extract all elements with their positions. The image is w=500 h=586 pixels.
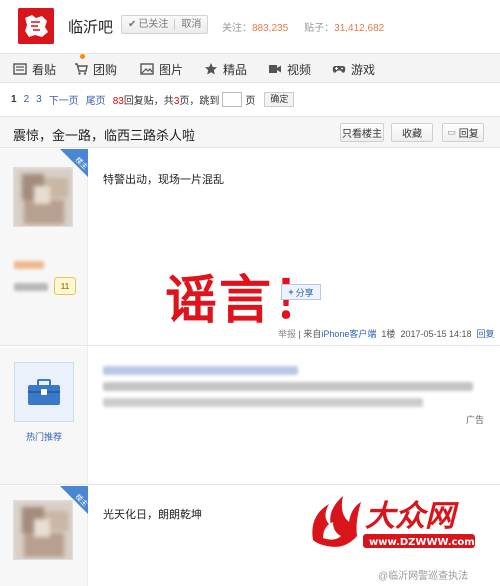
client-link[interactable]: iPhone客户端: [321, 329, 376, 339]
post-text: 特警出动，现场一片混乱: [103, 174, 224, 186]
forum-stats: 关注：883,235 贴子：31,412,682: [222, 23, 385, 34]
page-current: 1: [11, 93, 17, 105]
username-blurred[interactable]: [14, 261, 44, 269]
forum-header: 临沂吧 ✔ 已关注 取消 关注：883,235 贴子：31,412,682: [0, 0, 500, 52]
reply-button[interactable]: ▭ 回复: [442, 123, 484, 142]
list-icon: [13, 63, 27, 75]
thread-titlebar: 震惊，金一路，临西三路杀人啦 只看楼主 收藏 ▭ 回复: [0, 116, 500, 148]
promo-label[interactable]: 热门推荐: [26, 430, 62, 443]
followers-count: 883,235: [252, 23, 289, 34]
ad-line-blurred: [103, 398, 423, 407]
post-author-panel: 楼主: [0, 486, 88, 586]
follow-control: ✔ 已关注 取消: [121, 15, 209, 34]
page-link-3[interactable]: 3: [36, 94, 42, 105]
video-icon: [269, 65, 281, 73]
cart-icon: [75, 63, 88, 75]
unfollow-button[interactable]: 取消: [175, 16, 207, 33]
post-time: 2017-05-15 14:18: [400, 329, 472, 339]
last-page-link[interactable]: 尾页: [86, 92, 106, 107]
confirm-jump-button[interactable]: 确定: [264, 91, 295, 107]
dzwww-watermark-logo: 大众网 www.DZWWW.com: [305, 486, 480, 554]
only-op-button[interactable]: 只看楼主: [340, 123, 384, 142]
hot-dot: [80, 54, 85, 59]
op-corner-badge: 楼主: [60, 149, 88, 177]
ad-title-blurred[interactable]: [103, 366, 298, 375]
post-meta: 举报 | 来自iPhone客户端 1楼 2017-05-15 14:18 回复: [278, 329, 495, 339]
op-corner-badge: 楼主: [60, 486, 88, 514]
promo-toolbox-icon[interactable]: [14, 362, 74, 422]
star-icon: [205, 63, 217, 75]
nav-item-featured[interactable]: 精品: [204, 54, 247, 84]
posts-count: 31,412,682: [334, 23, 385, 34]
check-icon: ✔: [128, 19, 137, 30]
gamepad-icon: [332, 66, 346, 73]
reply-info: 83回复贴，共3页，跳到: [112, 95, 220, 107]
report-link[interactable]: 举报: [278, 329, 296, 339]
svg-text:www.DZWWW.com: www.DZWWW.com: [369, 537, 475, 548]
forum-logo[interactable]: [18, 8, 54, 44]
thread-title: 震惊，金一路，临西三路杀人啦: [13, 128, 196, 143]
reply-icon: ▭: [447, 127, 456, 137]
next-page-link[interactable]: 下一页: [49, 92, 79, 107]
svg-text:大众网: 大众网: [365, 499, 459, 534]
image-icon: [140, 63, 154, 75]
nav-item-video[interactable]: 视频: [268, 54, 311, 84]
weibo-watermark: @临沂网警巡查执法: [378, 571, 469, 582]
ad-line-blurred: [103, 382, 473, 391]
followed-button[interactable]: ✔ 已关注: [122, 16, 174, 33]
level-badge: 11: [54, 277, 76, 295]
forum-nav: 看贴 团购 图片 精品 视频 游戏: [0, 53, 500, 83]
pagination: 1 2 3 下一页 尾页 83回复贴，共3页，跳到 页 确定: [0, 87, 500, 111]
user-title-blurred: [14, 283, 48, 291]
favorite-button[interactable]: 收藏: [391, 123, 433, 142]
post-text: 光天化日，朗朗乾坤: [103, 509, 202, 521]
nav-item-games[interactable]: 游戏: [332, 54, 375, 84]
page-link-2[interactable]: 2: [24, 94, 30, 105]
share-button[interactable]: + 分享: [281, 284, 321, 300]
jump-page-input[interactable]: [222, 91, 243, 107]
ad-label: 广告: [466, 415, 485, 425]
forum-name[interactable]: 临沂吧: [68, 16, 113, 37]
nav-item-images[interactable]: 图片: [140, 54, 183, 84]
post-reply-link[interactable]: 回复: [477, 329, 495, 339]
plus-icon: +: [288, 287, 294, 297]
post-author-panel: 11 楼主: [0, 149, 88, 345]
nav-item-posts[interactable]: 看贴: [13, 54, 56, 84]
floor-number: 1楼: [381, 329, 396, 339]
